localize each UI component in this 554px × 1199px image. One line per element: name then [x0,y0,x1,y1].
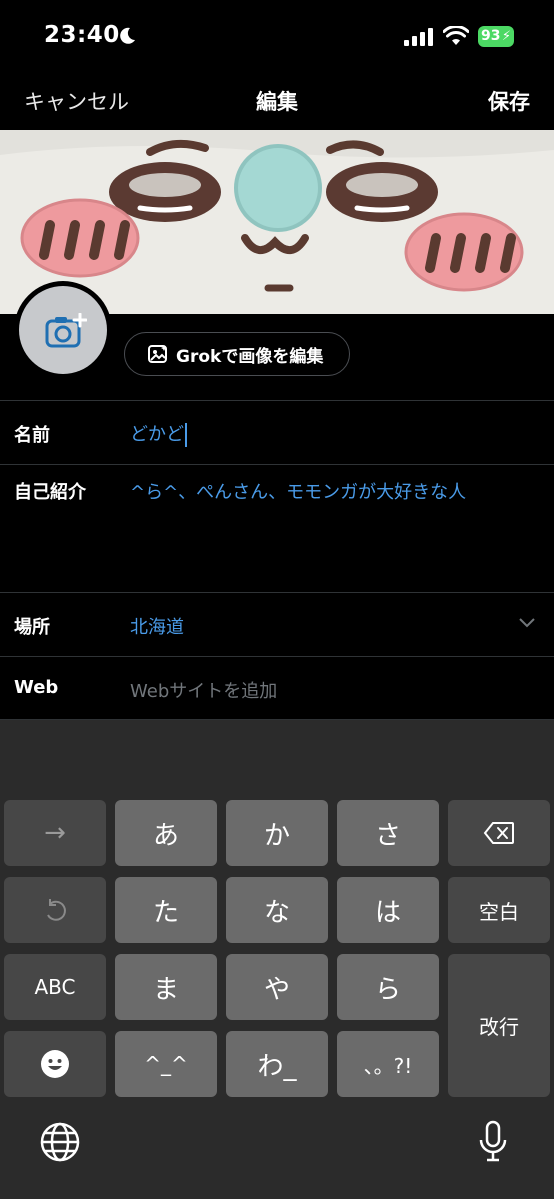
space-key-label: 空白 [479,899,519,924]
location-label: 場所 [14,617,50,638]
punctuation-key-label: 、。?! [363,1053,413,1078]
abc-key-label: ABC [34,975,76,999]
microphone-icon[interactable] [478,1120,508,1162]
grok-button-label: Grokで画像を編集 [176,346,324,367]
moon-icon [120,27,135,44]
save-button[interactable]: 保存 [488,86,530,116]
status-time: 23:40 [44,22,120,48]
key-punctuation[interactable]: 、。?! [337,1031,439,1097]
kaomoji-key-label: ^_^ [144,1052,188,1076]
undo-key[interactable] [4,877,106,943]
name-label: 名前 [14,425,50,446]
battery-icon: 93 ⚡ [478,26,514,47]
web-label: Web [14,677,59,698]
key-sa[interactable]: さ [337,800,439,866]
key-kaomoji[interactable]: ^_^ [115,1031,217,1097]
text-cursor [185,423,187,447]
key-ma[interactable]: ま [115,954,217,1020]
emoji-key[interactable] [4,1031,106,1097]
status-bar: 23:40 93 ⚡ [0,0,554,74]
next-arrow-icon: → [44,818,66,848]
avatar-placeholder [19,286,107,374]
key-wa[interactable]: わ_ [226,1031,328,1097]
delete-key[interactable] [448,800,550,866]
emoji-icon [41,1050,69,1078]
nav-bar: キャンセル 編集 保存 [0,74,554,130]
keyboard: → あ か さ た な は 空白 ABC ま や ら 改行 ^_^ わ_ 、。?… [0,720,554,1199]
image-edit-icon [148,345,167,363]
signal-icon [404,28,433,46]
wifi-icon [443,26,469,45]
key-a[interactable]: あ [115,800,217,866]
location-select[interactable]: 北海道 [130,613,184,639]
key-ra[interactable]: ら [337,954,439,1020]
return-key[interactable]: 改行 [448,954,550,1097]
abc-key[interactable]: ABC [4,954,106,1020]
bio-field-row[interactable]: 自己紹介 ^ら^、ぺんさん、モモンガが大好きな人 [0,464,554,592]
add-photo-camera-icon [45,313,87,348]
battery-level: 93 [481,28,501,44]
return-key-label: 改行 [479,1015,519,1039]
key-ha[interactable]: は [337,877,439,943]
bolt-icon: ⚡ [501,29,511,44]
undo-icon [47,899,66,921]
name-field-row[interactable]: 名前 どかど [0,400,554,464]
name-value: どかど [130,424,184,445]
key-ya[interactable]: や [226,954,328,1020]
key-ka[interactable]: か [226,800,328,866]
web-field-row[interactable]: Web Webサイトを追加 [0,656,554,720]
chevron-down-icon[interactable] [518,617,536,629]
space-key[interactable]: 空白 [448,877,550,943]
page-title: 編集 [256,90,298,114]
delete-icon [483,822,514,844]
bio-label: 自己紹介 [14,482,86,503]
next-key[interactable]: → [4,800,106,866]
bio-input[interactable]: ^ら^、ぺんさん、モモンガが大好きな人 [130,478,466,504]
grok-edit-image-button[interactable]: Grokで画像を編集 [124,332,350,376]
globe-icon[interactable] [40,1122,80,1162]
location-field-row[interactable]: 場所 北海道 [0,592,554,656]
name-input[interactable]: どかど [130,420,187,447]
key-na[interactable]: な [226,877,328,943]
avatar[interactable] [14,281,112,379]
key-ta[interactable]: た [115,877,217,943]
web-input[interactable]: Webサイトを追加 [130,677,277,703]
